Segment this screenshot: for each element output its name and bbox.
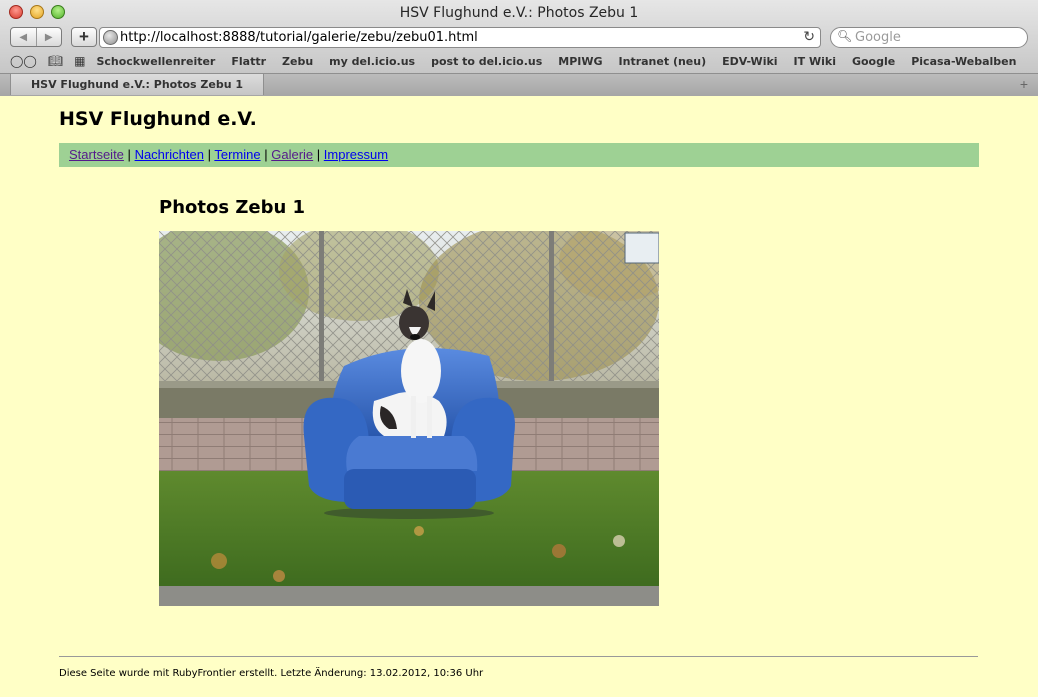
nav-link-nachrichten[interactable]: Nachrichten [135,147,204,162]
bookmark-item[interactable]: EDV-Wiki [722,55,777,68]
top-sites-grid-icon[interactable]: ▦ [74,54,85,68]
browser-chrome: HSV Flughund e.V.: Photos Zebu 1 ◀ ▶ + h… [0,0,1038,96]
address-bar[interactable]: http://localhost:8888/tutorial/galerie/z… [99,27,821,48]
bookmarks-bar: ◯◯ 📖︎ ▦ Schockwellenreiter Flattr Zebu m… [10,53,1032,69]
bookmark-item[interactable]: Intranet (neu) [619,55,707,68]
zoom-window-button[interactable] [51,5,65,19]
search-icon[interactable]: 🔍︎ [837,29,852,43]
nav-separator: | [207,147,211,162]
bookmark-item[interactable]: Google [852,55,895,68]
search-input[interactable] [855,29,1020,46]
minimize-window-button[interactable] [30,5,44,19]
bookmark-item[interactable]: Zebu [282,55,313,68]
dog-photo [159,231,659,606]
bookmark-item[interactable]: IT Wiki [794,55,836,68]
nav-separator: | [316,147,321,162]
footer-text: Diese Seite wurde mit RubyFrontier erste… [59,668,484,679]
globe-icon [103,30,118,45]
page-heading: Photos Zebu 1 [159,197,306,218]
close-window-button[interactable] [9,5,23,19]
bookmark-item[interactable]: MPIWG [558,55,602,68]
new-tab-icon[interactable]: + [1020,76,1028,92]
bookmark-item[interactable]: my del.icio.us [329,55,415,68]
url-text[interactable]: http://localhost:8888/tutorial/galerie/z… [120,30,478,45]
history-buttons: ◀ ▶ [10,27,62,47]
nav-link-startseite[interactable]: Startseite [69,147,124,162]
reload-icon[interactable]: ↻ [803,28,815,45]
tab-bar: HSV Flughund e.V.: Photos Zebu 1 + [0,73,1038,96]
nav-link-termine[interactable]: Termine [214,147,260,162]
footer-divider [59,656,978,657]
bookmark-item[interactable]: Flattr [231,55,266,68]
bookmark-item[interactable]: Picasa-Webalben [911,55,1016,68]
nav-link-impressum[interactable]: Impressum [324,147,388,162]
bookmark-item[interactable]: Schockwellenreiter [96,55,215,68]
back-button[interactable]: ◀ [11,28,37,46]
tab-active[interactable]: HSV Flughund e.V.: Photos Zebu 1 [10,74,264,95]
bookmark-item[interactable]: post to del.icio.us [431,55,542,68]
reading-list-icon[interactable]: ◯◯ [10,54,37,68]
nav-separator: | [264,147,268,162]
search-box[interactable]: 🔍︎ [830,27,1028,48]
site-title: HSV Flughund e.V. [59,108,257,130]
forward-button[interactable]: ▶ [37,28,62,46]
add-bookmark-button[interactable]: + [71,27,97,47]
nav-separator: | [127,147,131,162]
nav-link-galerie[interactable]: Galerie [271,147,313,162]
site-navigation: Startseite | Nachrichten | Termine | Gal… [59,143,979,167]
window-title: HSV Flughund e.V.: Photos Zebu 1 [399,5,639,21]
bookmarks-book-icon[interactable]: 📖︎ [48,54,63,68]
